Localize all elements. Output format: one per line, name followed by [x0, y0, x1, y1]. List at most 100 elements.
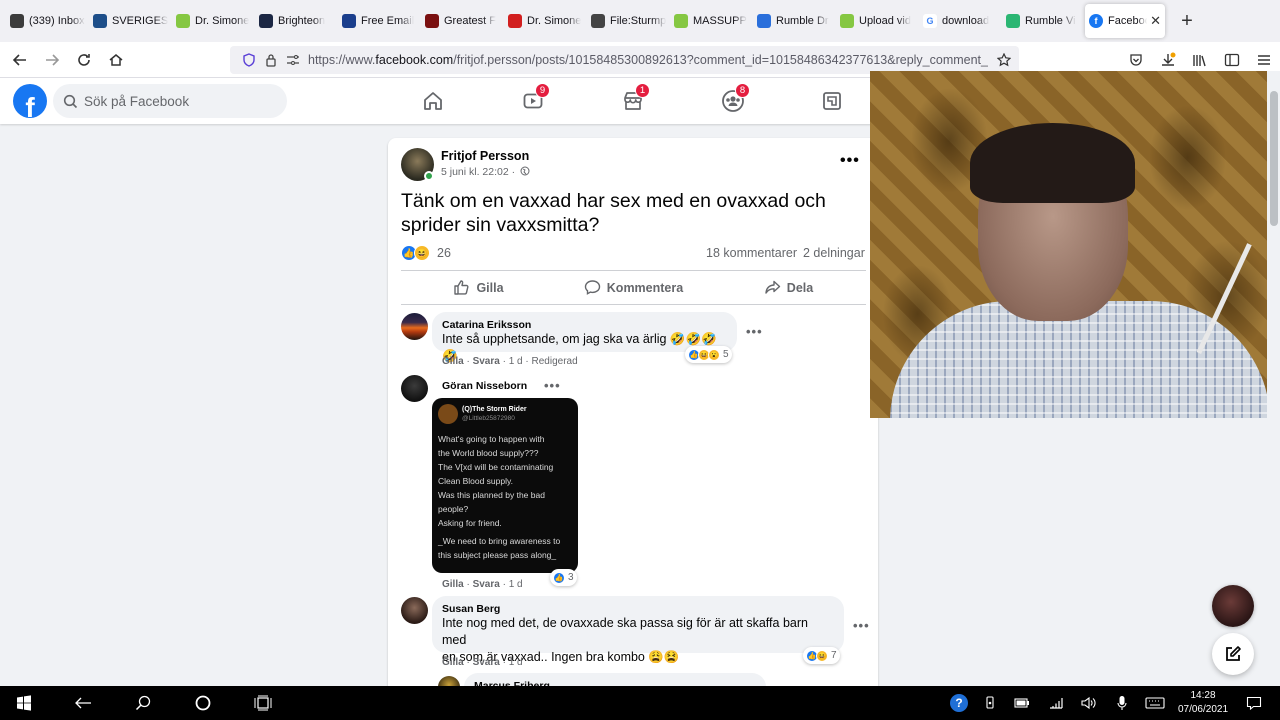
browser-tab[interactable]: Free Email [338, 4, 421, 38]
bookmark-star-icon[interactable] [993, 53, 1015, 67]
new-tab-icon[interactable]: + [1175, 10, 1199, 33]
task-view-icon[interactable] [240, 686, 286, 720]
comment-like-link[interactable]: Gilla [442, 657, 464, 668]
browser-tab[interactable]: Rumble Dr [753, 4, 836, 38]
browser-tab-label: (339) Inbox [29, 15, 85, 27]
permissions-icon[interactable] [282, 54, 304, 66]
browser-tab[interactable]: Upload vid [836, 4, 919, 38]
comment-reactions[interactable]: 👍 😆 😮 5 [685, 346, 732, 363]
tweet-body: What's going to happen with the World bl… [438, 432, 572, 562]
keyboard-icon[interactable] [1142, 686, 1168, 720]
comment-reply-link[interactable]: Svara [473, 657, 500, 668]
volume-icon[interactable] [1076, 686, 1100, 720]
browser-tab[interactable]: SVERIGES [89, 4, 172, 38]
taskbar-search-icon[interactable] [120, 686, 166, 720]
comment-author[interactable]: Catarina Eriksson [442, 319, 727, 331]
share-count[interactable]: 2 delningar [803, 246, 865, 260]
url-prefix: https://www. [308, 53, 376, 67]
browser-tab[interactable]: File:Sturmp [587, 4, 670, 38]
forward-icon[interactable] [36, 44, 68, 76]
comment-options-icon[interactable]: ••• [746, 324, 763, 339]
browser-tab[interactable]: (339) Inbox [6, 4, 89, 38]
search-input[interactable] [84, 93, 274, 109]
thumbs-up-icon [454, 280, 469, 295]
comment-reply-link[interactable]: Svara [473, 356, 500, 367]
comment-author[interactable]: Susan Berg [442, 603, 834, 615]
nav-gaming[interactable] [812, 84, 852, 118]
lock-icon[interactable] [260, 53, 282, 67]
reactions-summary: 👍 😆 26 18 kommentarer 2 delningar [401, 243, 866, 263]
browser-tab-label: Free Email [361, 15, 415, 27]
notifications-icon[interactable] [1242, 686, 1266, 720]
scroll-thumb[interactable] [1270, 91, 1278, 226]
comment-like-link[interactable]: Gilla [442, 579, 464, 590]
browser-tab-label: Rumble Dr [776, 15, 829, 27]
comment-avatar[interactable] [401, 375, 428, 402]
comment-image[interactable]: (Q)The Storm Rider @Littleb25872980 What… [432, 398, 578, 573]
comment-avatar[interactable] [401, 597, 428, 624]
comment-reply-link[interactable]: Svara [473, 579, 500, 590]
browser-tab[interactable]: Brighteon [255, 4, 338, 38]
new-message-button[interactable] [1212, 633, 1254, 675]
battery-icon[interactable] [1010, 686, 1034, 720]
address-bar[interactable]: https://www.facebook.com/fritjof.persson… [230, 46, 1019, 74]
comment-button[interactable]: Kommentera [556, 271, 711, 304]
microphone-icon[interactable] [1110, 686, 1134, 720]
system-clock[interactable]: 14:28 07/06/2021 [1168, 689, 1238, 717]
browser-tab[interactable]: Dr. Simone [504, 4, 587, 38]
comment-reactions[interactable]: 👍 😆 7 [803, 647, 840, 664]
browser-tab[interactable]: f Faceboo ✕ [1085, 4, 1165, 38]
url-text[interactable]: https://www.facebook.com/fritjof.persson… [308, 53, 988, 67]
post-author[interactable]: Fritjof Persson [441, 149, 529, 163]
tracking-shield-icon[interactable] [238, 53, 260, 67]
more-options-icon[interactable]: ••• [840, 152, 860, 170]
comment-time[interactable]: · 1 d · Redigerad [503, 356, 578, 367]
close-tab-icon[interactable]: ✕ [1147, 13, 1161, 29]
browser-tab[interactable]: Dr. Simone [172, 4, 255, 38]
comment-like-link[interactable]: Gilla [442, 356, 464, 367]
back-icon[interactable] [4, 44, 36, 76]
windows-start-icon[interactable] [0, 686, 48, 720]
browser-tab-label: Upload vid [859, 15, 911, 27]
comment-time[interactable]: · 1 d [503, 579, 523, 590]
browser-tab[interactable]: Greatest F [421, 4, 504, 38]
facebook-logo-icon[interactable]: f [13, 84, 47, 118]
page-scrollbar[interactable] [1267, 71, 1280, 686]
nav-home[interactable] [413, 84, 453, 118]
comment-count[interactable]: 18 kommentarer [706, 246, 797, 260]
comment-reactions[interactable]: 👍 3 [550, 569, 577, 586]
haha-reaction-icon[interactable]: 😆 [414, 245, 430, 261]
browser-tab[interactable]: Rumble Vi [1002, 4, 1085, 38]
browser-tab[interactable]: Gdownload [919, 4, 1002, 38]
nav-watch[interactable]: 9 [513, 83, 553, 118]
reload-icon[interactable] [68, 44, 100, 76]
browser-tab[interactable]: MASSUPP [670, 4, 753, 38]
comment-options-icon[interactable]: ••• [544, 378, 561, 393]
like-button[interactable]: Gilla [401, 271, 556, 304]
chat-contact-avatar[interactable] [1212, 585, 1254, 627]
phone-link-icon[interactable] [978, 686, 1002, 720]
share-button[interactable]: Dela [711, 271, 866, 304]
rumble-icon [840, 14, 854, 28]
home-icon[interactable] [100, 44, 132, 76]
webcam-lamp [1196, 243, 1267, 369]
help-icon[interactable]: ? [946, 686, 972, 720]
nav-marketplace[interactable]: 1 [613, 83, 653, 118]
cortana-icon[interactable] [180, 686, 226, 720]
compose-icon [1226, 646, 1241, 661]
browser-tab-label: Rumble Vi [1025, 15, 1076, 27]
browser-tab-label: SVERIGES [112, 15, 168, 27]
comment-author[interactable]: Göran Nisseborn [442, 380, 527, 392]
comment-reaction-count: 3 [568, 572, 574, 583]
comment-avatar[interactable] [401, 313, 428, 340]
post-date[interactable]: 5 juni kl. 22:02 · [441, 166, 530, 178]
wifi-icon[interactable] [1044, 686, 1068, 720]
facebook-search[interactable] [53, 84, 287, 118]
comment-meta: Gilla · Svara · 1 d [442, 579, 523, 590]
nav-groups[interactable]: 8 [713, 83, 753, 118]
comment-options-icon[interactable]: ••• [853, 618, 870, 633]
taskbar-back-icon[interactable] [60, 686, 106, 720]
comment-time[interactable]: · 1 d [503, 657, 523, 668]
comment-reaction-count: 5 [723, 349, 729, 360]
reaction-count[interactable]: 26 [437, 246, 451, 260]
